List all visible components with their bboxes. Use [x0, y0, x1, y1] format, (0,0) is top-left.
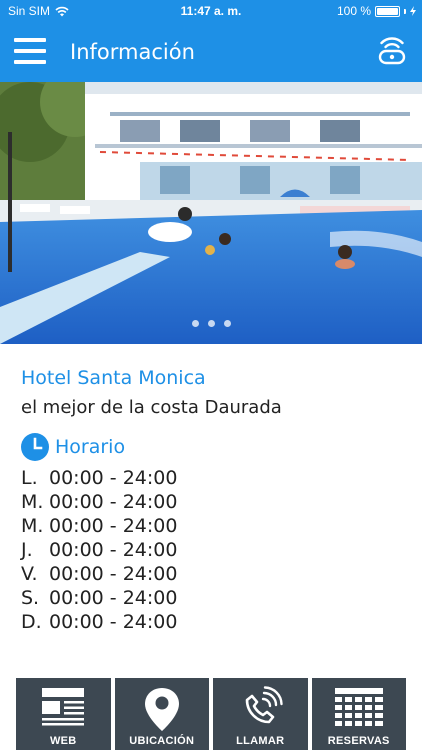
schedule-day: S. — [21, 587, 40, 609]
schedule-row: L. 00:00 - 24:00 — [21, 466, 177, 490]
schedule-row: V. 00:00 - 24:00 — [21, 562, 177, 586]
location-button[interactable]: UBICACIÓN — [114, 678, 209, 750]
wifi-button[interactable] — [376, 35, 408, 67]
clock-icon — [21, 433, 49, 461]
menu-button[interactable] — [14, 36, 48, 66]
schedule-row: D. 00:00 - 24:00 — [21, 610, 177, 634]
nav-bar: Información — [0, 22, 422, 82]
schedule-day: D. — [21, 611, 42, 633]
charging-bolt-icon — [410, 6, 416, 16]
schedule-day: J. — [21, 539, 33, 561]
wifi-icon — [378, 37, 406, 65]
carousel-dot[interactable] — [223, 320, 231, 327]
battery-percent: 100 % — [336, 4, 371, 18]
schedule-day: L. — [21, 467, 38, 489]
schedule-hours: 00:00 - 24:00 — [49, 467, 178, 489]
battery-icon — [375, 5, 400, 17]
schedule-header: Horario — [21, 433, 125, 461]
schedule-hours: 00:00 - 24:00 — [49, 611, 178, 633]
phone-icon — [245, 686, 283, 724]
schedule-hours: 00:00 - 24:00 — [49, 539, 178, 561]
hotel-name: Hotel Santa Monica — [21, 367, 206, 389]
web-page-icon — [42, 688, 85, 726]
schedule-day: V. — [21, 563, 38, 585]
carousel-dot[interactable] — [207, 320, 215, 327]
battery-indicator: 100 % — [337, 4, 416, 18]
schedule-hours: 00:00 - 24:00 — [49, 491, 178, 513]
hotel-slogan: el mejor de la costa Daurada — [21, 397, 282, 418]
hotel-photo-carousel[interactable] — [0, 82, 422, 344]
location-button-label: UBICACIÓN — [129, 735, 195, 747]
carousel-dot[interactable] — [191, 320, 199, 327]
schedule-hours: 00:00 - 24:00 — [49, 563, 178, 585]
schedule-day: M. — [21, 515, 44, 537]
action-bar: WEB UBICACIÓN LLAMAR RESERVAS — [16, 678, 406, 750]
schedule-row: M. 00:00 - 24:00 — [21, 514, 177, 538]
carousel-page-indicator[interactable] — [0, 320, 422, 327]
schedule-hours: 00:00 - 24:00 — [49, 515, 178, 537]
web-button-label: WEB — [49, 735, 77, 747]
web-button[interactable]: WEB — [16, 678, 111, 750]
call-button[interactable]: LLAMAR — [213, 678, 308, 750]
schedule-day: M. — [21, 491, 44, 513]
schedule-row: J. 00:00 - 24:00 — [21, 538, 177, 562]
schedule-row: M. 00:00 - 24:00 — [21, 490, 177, 514]
reservations-button[interactable]: RESERVAS — [311, 678, 406, 750]
reservations-button-label: RESERVAS — [327, 735, 390, 747]
schedule-hours: 00:00 - 24:00 — [49, 587, 178, 609]
schedule-list: L. 00:00 - 24:00 M. 00:00 - 24:00 M. 00:… — [21, 466, 177, 634]
call-button-label: LLAMAR — [236, 735, 285, 747]
calendar-icon — [334, 688, 383, 726]
location-pin-icon — [144, 688, 179, 731]
hotel-pool-photo — [0, 82, 422, 344]
page-title: Información — [70, 40, 195, 64]
schedule-row: S. 00:00 - 24:00 — [21, 586, 177, 610]
status-bar: Sin SIM 11:47 a. m. 100 % — [0, 0, 422, 22]
schedule-title: Horario — [55, 436, 126, 458]
